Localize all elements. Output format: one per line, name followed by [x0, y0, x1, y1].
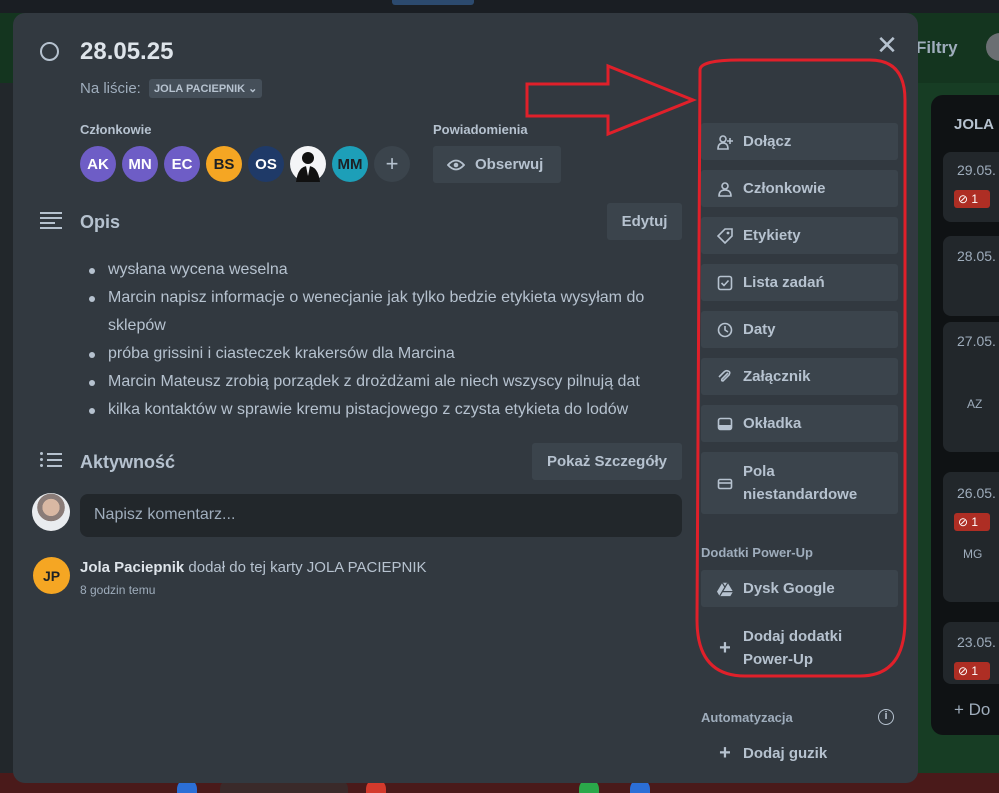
- description-item: kilka kontaktów w sprawie kremu pistacjo…: [80, 396, 680, 424]
- description-item: próba grissini i ciasteczek krakersów dl…: [80, 340, 680, 368]
- labels-label: Etykiety: [743, 227, 801, 244]
- automation-heading: Automatyzacja: [701, 710, 793, 725]
- cover-label: Okładka: [743, 415, 802, 432]
- description-item: Marcin napisz informacje o wenecjanie ja…: [80, 284, 680, 340]
- list-selector[interactable]: JOLA PACIEPNIK ⌄: [149, 79, 263, 98]
- attachment-button[interactable]: Załącznik: [701, 358, 898, 395]
- google-drive-icon: [717, 581, 733, 597]
- member-avatar[interactable]: EC: [164, 146, 200, 182]
- list-name: JOLA PACIEPNIK: [154, 83, 246, 95]
- background-card-badge: ⊘ 1: [954, 190, 990, 208]
- card-complete-toggle[interactable]: [40, 42, 59, 61]
- plus-icon: +: [719, 636, 731, 659]
- dates-label: Daty: [743, 321, 776, 338]
- top-bar: [0, 0, 999, 13]
- members-avatars: AK MN EC BS OS MM +: [80, 146, 410, 182]
- background-card-member: MG: [963, 547, 983, 561]
- list-info: Na liście: JOLA PACIEPNIK ⌄: [80, 79, 263, 98]
- custom-fields-label: Pola niestandardowe: [743, 463, 858, 503]
- board-left-list: [0, 83, 13, 773]
- comment-input[interactable]: Napisz komentarz...: [80, 494, 682, 537]
- watch-button[interactable]: Obserwuj: [433, 146, 561, 183]
- checkbox-icon: [717, 275, 733, 291]
- add-person-icon: [717, 134, 733, 150]
- eye-icon: [447, 159, 465, 170]
- member-avatar-photo[interactable]: [290, 146, 326, 182]
- description-item: wysłana wycena weselna: [80, 256, 680, 284]
- join-label: Dołącz: [743, 133, 792, 150]
- activity-avatar[interactable]: JP: [33, 557, 70, 594]
- description-item: Marcin Mateusz zrobią porządek z drożdża…: [80, 368, 680, 396]
- add-member-button[interactable]: +: [374, 146, 410, 182]
- edit-description-button[interactable]: Edytuj: [607, 203, 682, 240]
- members-button-label: Członkowie: [743, 180, 826, 197]
- background-list-title[interactable]: JOLA: [954, 116, 994, 133]
- tag-icon: [717, 227, 733, 244]
- background-card-date: 29.05.: [957, 162, 996, 178]
- background-card-badge: ⊘ 1: [954, 662, 990, 680]
- add-powerups-button[interactable]: + Dodaj dodatki Power-Up: [701, 617, 898, 679]
- checklist-button[interactable]: Lista zadań: [701, 264, 898, 301]
- cover-icon: [717, 416, 733, 432]
- top-bar-tab[interactable]: [392, 0, 474, 5]
- show-details-button[interactable]: Pokaż Szczegóły: [532, 443, 682, 480]
- list-prefix: Na liście:: [80, 80, 141, 97]
- activity-author[interactable]: Jola Paciepnik: [80, 559, 184, 576]
- member-avatar[interactable]: OS: [248, 146, 284, 182]
- watch-label: Obserwuj: [475, 156, 544, 173]
- paperclip-icon: [717, 369, 733, 385]
- join-button[interactable]: Dołącz: [701, 123, 898, 160]
- description-icon: [40, 212, 62, 230]
- background-card-date: 28.05.: [957, 248, 996, 264]
- add-button-button[interactable]: + Dodaj guzik: [701, 735, 898, 772]
- background-card-date: 23.05.: [957, 634, 996, 650]
- activity-timestamp[interactable]: 8 godzin temu: [80, 583, 155, 597]
- activity-title: Aktywność: [80, 452, 176, 472]
- attachment-label: Załącznik: [743, 368, 811, 385]
- current-user-avatar: [32, 493, 70, 531]
- custom-fields-icon: [717, 475, 733, 491]
- notifications-label: Powiadomienia: [433, 122, 528, 137]
- members-button[interactable]: Członkowie: [701, 170, 898, 207]
- custom-fields-button[interactable]: Pola niestandardowe: [701, 452, 898, 514]
- add-powerups-label: Dodaj dodatki Power-Up: [743, 628, 843, 668]
- powerups-heading: Dodatki Power-Up: [701, 545, 813, 560]
- person-silhouette-icon: [296, 152, 320, 182]
- plus-icon: +: [719, 742, 731, 764]
- member-avatar[interactable]: BS: [206, 146, 242, 182]
- clock-icon: [717, 322, 733, 338]
- background-card-date: 27.05.: [957, 333, 996, 349]
- dates-button[interactable]: Daty: [701, 311, 898, 348]
- description-list[interactable]: wysłana wycena weselna Marcin napisz inf…: [80, 256, 680, 424]
- google-drive-button[interactable]: Dysk Google: [701, 570, 898, 607]
- info-icon[interactable]: i: [878, 709, 894, 725]
- cover-button[interactable]: Okładka: [701, 405, 898, 442]
- checklist-label: Lista zadań: [743, 274, 825, 291]
- activity-entry: Jola Paciepnik dodał do tej karty JOLA P…: [80, 559, 427, 576]
- person-icon: [717, 181, 733, 197]
- google-drive-label: Dysk Google: [743, 580, 835, 597]
- card-title[interactable]: 28.05.25: [80, 38, 173, 66]
- member-avatar[interactable]: MM: [332, 146, 368, 182]
- member-avatar[interactable]: AK: [80, 146, 116, 182]
- member-avatar[interactable]: MN: [122, 146, 158, 182]
- background-add-card[interactable]: + Do: [954, 700, 990, 720]
- background-card-date: 26.05.: [957, 485, 996, 501]
- add-button-label: Dodaj guzik: [743, 745, 828, 762]
- close-icon[interactable]: ✕: [875, 32, 899, 58]
- filters-button[interactable]: Filtry: [916, 38, 958, 58]
- background-card-badge: ⊘ 1: [954, 513, 990, 531]
- members-label: Członkowie: [80, 122, 152, 137]
- activity-text: dodał do tej karty JOLA PACIEPNIK: [184, 559, 427, 576]
- background-card-member: AZ: [967, 397, 983, 411]
- chevron-down-icon: ⌄: [248, 83, 258, 95]
- description-title: Opis: [80, 212, 121, 232]
- activity-icon: [40, 452, 64, 470]
- labels-button[interactable]: Etykiety: [701, 217, 898, 254]
